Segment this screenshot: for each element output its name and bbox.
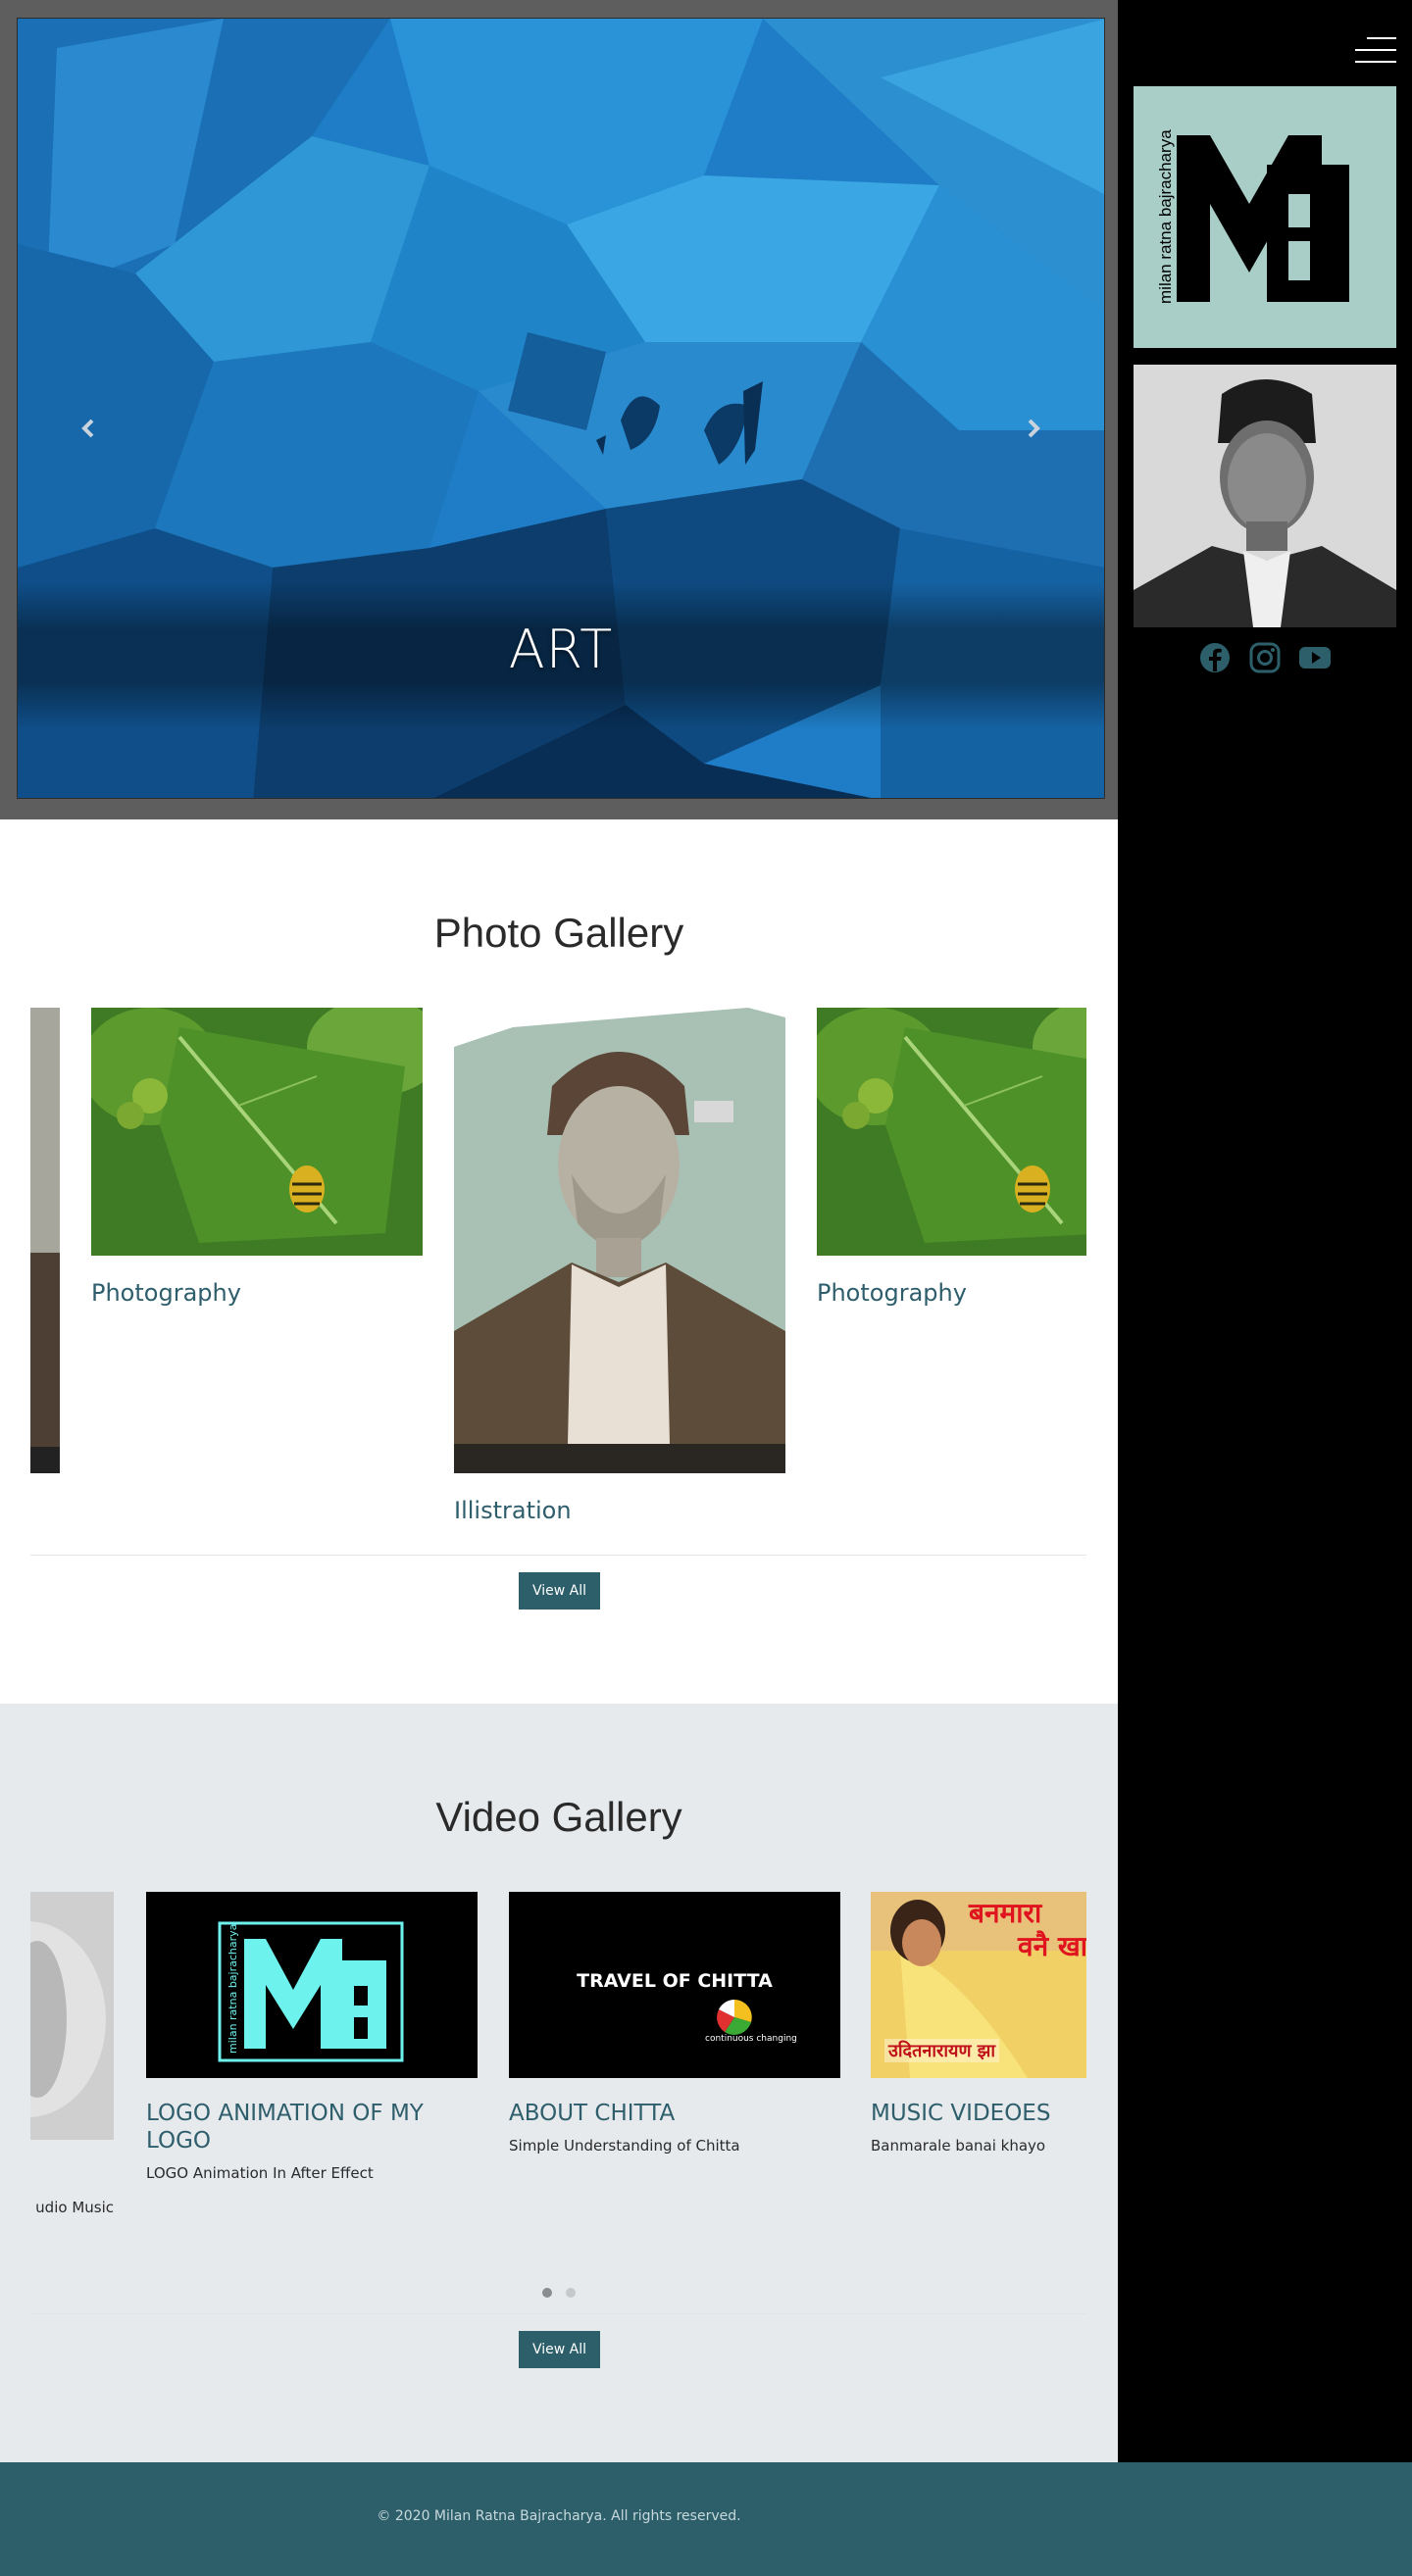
- carousel-dot-1[interactable]: [542, 2288, 552, 2298]
- video-gallery-section: Video Gallery udio Music milan ratna baj…: [0, 1704, 1118, 2462]
- video-card-desc: udio Music: [35, 2199, 114, 2216]
- video-card[interactable]: TRAVEL OF CHITTA continuous changing ABO…: [509, 1892, 840, 2155]
- video-card[interactable]: milan ratna bajracharya LOGO ANIMATION O…: [146, 1892, 478, 2182]
- video-card-title[interactable]: LOGO ANIMATION OF MY LOGO: [146, 2100, 478, 2155]
- video-thumb-music: बनमारा वनै खा उदितनारायण झा: [871, 1892, 1086, 2078]
- logo-vertical-text: milan ratna bajracharya: [1156, 129, 1175, 304]
- photo-thumb-portrait-illustration: [454, 1008, 785, 1473]
- photo-gallery-title: Photo Gallery: [433, 910, 684, 956]
- photo-card-caption[interactable]: Photography: [91, 1279, 423, 1307]
- photo-card[interactable]: Photography: [817, 1008, 1086, 1307]
- instagram-icon[interactable]: [1248, 641, 1282, 674]
- photo-card-caption[interactable]: Photography: [817, 1279, 1086, 1307]
- photo-carousel[interactable]: Photography Illistration Photography: [30, 1008, 1086, 1557]
- video-view-all-button[interactable]: View All: [519, 2331, 600, 2368]
- video-card-title[interactable]: MUSIC VIDEOES: [871, 2100, 1086, 2127]
- pie-wheel-icon: [717, 2000, 752, 2035]
- thumb-text-line3: उदितनारायण झा: [884, 2039, 1000, 2062]
- video-card-desc: Simple Understanding of Chitta: [509, 2137, 740, 2155]
- copyright-text: © 2020 Milan Ratna Bajracharya. All righ…: [377, 2508, 741, 2524]
- video-thumb: [30, 1892, 114, 2140]
- hero-slide-image: ART: [17, 18, 1105, 799]
- youtube-icon[interactable]: [1298, 641, 1332, 674]
- slide-caption: ART: [508, 619, 614, 680]
- video-card-title[interactable]: ABOUT CHITTA: [509, 2100, 840, 2127]
- thumb-text-line2: वनै खा: [1018, 1930, 1086, 1962]
- site-logo[interactable]: milan ratna bajracharya: [1134, 86, 1396, 348]
- menu-line: [1367, 37, 1396, 39]
- photo-view-all-button[interactable]: View All: [519, 1572, 600, 1610]
- video-card-desc: Banmarale banai khayo: [871, 2137, 1046, 2155]
- chevron-left-icon: [81, 419, 94, 438]
- menu-line: [1355, 49, 1396, 51]
- slider-prev-button[interactable]: [76, 411, 100, 446]
- photo-thumb: [30, 1008, 60, 1473]
- photo-card-partial[interactable]: [30, 1008, 60, 1473]
- photo-thumb-leaf: [817, 1008, 1086, 1256]
- logo-vertical-text: milan ratna bajracharya: [227, 1924, 239, 2054]
- footer: © 2020 Milan Ratna Bajracharya. All righ…: [0, 2462, 1412, 2576]
- video-card[interactable]: बनमारा वनै खा उदितनारायण झा MUSIC VIDEOE…: [871, 1892, 1086, 2155]
- video-gallery-divider: [30, 2313, 1086, 2314]
- slider-next-button[interactable]: [1022, 411, 1045, 446]
- menu-toggle-button[interactable]: [1355, 35, 1396, 65]
- video-card-partial[interactable]: udio Music: [30, 1892, 114, 2216]
- social-links: [1118, 641, 1412, 674]
- hero-slider: ART: [0, 0, 1118, 819]
- photo-gallery-divider: [30, 1555, 1086, 1556]
- video-thumb-logo: milan ratna bajracharya: [146, 1892, 478, 2078]
- menu-line: [1355, 61, 1396, 63]
- profile-portrait: [1134, 365, 1396, 627]
- photo-card-caption[interactable]: Illistration: [454, 1497, 785, 1524]
- photo-gallery-section: Photo Gallery Photography Illistration P…: [0, 819, 1118, 1704]
- video-thumb-chitta: TRAVEL OF CHITTA continuous changing: [509, 1892, 840, 2078]
- chevron-right-icon: [1028, 419, 1040, 438]
- video-card-desc: LOGO Animation In After Effect: [146, 2164, 374, 2182]
- thumb-subtitle: continuous changing: [705, 2034, 797, 2044]
- mrb-logo: milan ratna bajracharya: [1134, 86, 1396, 348]
- video-gallery-title: Video Gallery: [435, 1794, 682, 1840]
- main-content: ART Photo Gallery Photography Illistrati…: [0, 0, 1118, 2462]
- video-carousel[interactable]: udio Music milan ratna bajracharya LOGO: [30, 1892, 1086, 2284]
- photo-card[interactable]: Photography: [91, 1008, 423, 1307]
- carousel-dot-2[interactable]: [566, 2288, 576, 2298]
- facebook-icon[interactable]: [1198, 641, 1232, 674]
- thumb-text-line1: बनमारा: [969, 1897, 1042, 1929]
- carousel-pagination: [0, 2288, 1118, 2298]
- thumb-title: TRAVEL OF CHITTA: [577, 1970, 773, 1992]
- photo-thumb-leaf: [91, 1008, 423, 1256]
- photo-card[interactable]: Illistration: [454, 1008, 785, 1524]
